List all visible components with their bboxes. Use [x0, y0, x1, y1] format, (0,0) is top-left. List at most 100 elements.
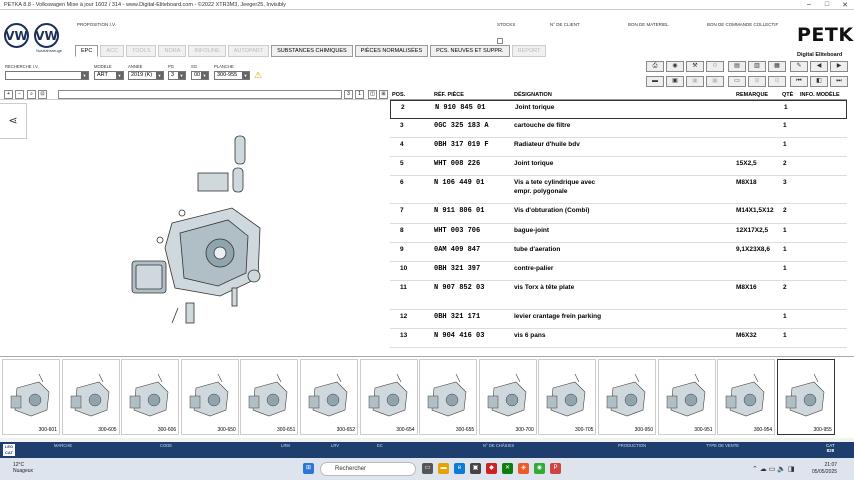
tab-infoline[interactable]: INFOLINE [188, 45, 226, 57]
thumbnail-label: 300-655 [455, 427, 475, 433]
tab-pieces-normalisees[interactable]: PIÈCES NORMALISÉES [354, 45, 429, 57]
plate-thumbnail[interactable]: 300-705 [538, 359, 597, 435]
last-page-icon[interactable]: ⏭ [830, 76, 848, 87]
box-icon[interactable]: ▣ [666, 76, 684, 87]
fullscreen-icon[interactable]: ⊞ [379, 90, 388, 99]
tab-report[interactable]: REPORT [511, 45, 547, 57]
table-row[interactable]: 13 N 904 416 03 vis 6 pans M6X32 1 [390, 329, 847, 348]
zoom-slider[interactable] [58, 90, 342, 99]
sg-select[interactable]: 00 ▼ [191, 71, 209, 80]
split-view-icon[interactable]: ◫ [368, 90, 377, 99]
plate-thumbnail[interactable]: 300-951 [657, 359, 716, 435]
plate-thumbnail[interactable]: 300-654 [359, 359, 418, 435]
tool-icon[interactable]: ⚒ [686, 61, 704, 72]
zoom-reset-icon[interactable]: ⊡ [38, 90, 47, 99]
table-row[interactable]: 3 0GC 325 183 A cartouche de filtre 1 [390, 119, 847, 138]
windows-start-icon[interactable]: ⊞ [303, 463, 314, 474]
table-row[interactable]: 2 N 910 845 01 Joint torique 1 [390, 100, 847, 119]
table-row[interactable]: 4 0BH 317 019 F Radiateur d'huile bdv 1 [390, 138, 847, 157]
zoom-in-icon[interactable]: + [4, 90, 13, 99]
warning-icon[interactable]: ⚠ [254, 70, 262, 81]
col-designation: DÉSIGNATION [514, 92, 552, 98]
modele-label: MODELE [94, 64, 112, 69]
next-icon[interactable]: ▶ [830, 61, 848, 72]
system-tray[interactable]: ⌃ ☁ ▭ 🔈 ◨ [752, 465, 795, 473]
tab-pcs-neuves[interactable]: PCS. NEUVES ET SUPPR. [430, 45, 510, 57]
plate-thumbnail[interactable]: 300-605 [61, 359, 120, 435]
maximize-icon[interactable]: □ [818, 1, 836, 9]
exchange-icon[interactable]: ⚙ [706, 61, 724, 72]
thumbnail-label: 300-950 [634, 427, 653, 433]
row-ref: 0BH 321 397 [434, 265, 481, 273]
vehicle-icon[interactable]: ◉ [666, 61, 684, 72]
tab-epc[interactable]: EPC [75, 45, 99, 57]
tab-acc[interactable]: ACC [100, 45, 124, 57]
plate-thumbnail[interactable]: 300-700 [478, 359, 537, 435]
tab-substances-chimiques[interactable]: SUBSTANCES CHIMIQUES [271, 45, 353, 57]
pin-icon[interactable]: ✎ [790, 61, 808, 72]
page-back-icon[interactable]: ◧ [810, 76, 828, 87]
plate-thumbnail[interactable]: 300-650 [180, 359, 239, 435]
recherche-select[interactable]: ▼ [5, 71, 89, 80]
box-add-icon[interactable]: ▣ [686, 76, 704, 87]
share-icon[interactable]: ⋖ [0, 103, 27, 139]
doc-icon[interactable]: ▭ [728, 76, 746, 87]
close-icon[interactable]: ✕ [836, 1, 854, 9]
plate-thumbnail[interactable]: 300-651 [240, 359, 299, 435]
cart-remove-icon[interactable]: ⊟ [768, 76, 786, 87]
first-page-icon[interactable]: ⏮ [790, 76, 808, 87]
row-qty: 2 [783, 284, 787, 291]
chrome-icon[interactable]: ◉ [534, 463, 545, 474]
table-row[interactable]: 5 WHT 008 226 Joint torique 15X2,5 2 [390, 157, 847, 176]
plate-thumbnail[interactable]: 300-655 [419, 359, 478, 435]
store-icon[interactable]: ▣ [470, 463, 481, 474]
task-view-icon[interactable]: ▭ [422, 463, 433, 474]
brave-icon[interactable]: ◈ [518, 463, 529, 474]
plate-thumbnail[interactable]: 300-606 [121, 359, 180, 435]
weather-widget[interactable]: 12°C Nuageux [13, 462, 33, 474]
plate-thumbnail[interactable]: 300-954 [717, 359, 776, 435]
plate-thumbnail[interactable]: 300-652 [300, 359, 358, 435]
client-label: N° DE CLIENT [550, 22, 580, 27]
tab-autopart[interactable]: AUTOPART [227, 45, 270, 57]
cart-list-icon[interactable]: ▦ [768, 61, 786, 72]
prev-icon[interactable]: ◀ [810, 61, 828, 72]
tab-nora[interactable]: NORA [158, 45, 187, 57]
table-row[interactable]: 11 N 907 852 03 vis Torx à tête plate M8X16… [390, 281, 847, 310]
zoom-out-icon[interactable]: − [15, 90, 24, 99]
petka-task-icon[interactable]: P [550, 463, 561, 474]
app-icon[interactable]: ◆ [486, 463, 497, 474]
print-icon[interactable]: ⎙ [646, 61, 664, 72]
table-row[interactable]: 9 0AM 409 847 tube d'aeration 9,1X23X8,6 1 [390, 243, 847, 262]
modele-select[interactable]: ART ▼ [94, 71, 124, 80]
list-icon[interactable]: ▤ [728, 61, 746, 72]
minimize-icon[interactable]: – [800, 1, 818, 9]
title-bar: PETKA 8.8 - Volkswagen Mise à jour 1602 … [0, 0, 854, 10]
plate-thumbnail[interactable]: 300-601 [2, 359, 60, 435]
plate-thumbnail[interactable]: 300-955 [776, 359, 835, 435]
table-row[interactable]: 12 0BH 321 171 levier crantage frein parki… [390, 310, 847, 329]
chevron-down-icon: ▼ [116, 72, 123, 79]
list-add-icon[interactable]: ▥ [748, 61, 766, 72]
table-row[interactable]: 10 0BH 321 397 contre-palier 1 [390, 262, 847, 281]
planche-select[interactable]: 300-955 ▼ [214, 71, 250, 80]
table-view-icon[interactable]: ▬ [646, 76, 664, 87]
xbox-icon[interactable]: ✕ [502, 463, 513, 474]
clock[interactable]: 21:07 05/05/2025 [812, 462, 837, 476]
tab-tools[interactable]: TOOLS [125, 45, 157, 57]
file-explorer-icon[interactable]: ▬ [438, 463, 449, 474]
table-row[interactable]: 6 N 106 449 01 Vis a tete cylindrique avec… [390, 176, 847, 204]
stocks-checkbox[interactable] [497, 38, 503, 44]
plate-thumbnail[interactable]: 300-950 [598, 359, 656, 435]
annee-select[interactable]: 2019 (K) ▼ [128, 71, 164, 80]
edge-icon[interactable]: e [454, 463, 465, 474]
table-row[interactable]: 7 N 911 806 01 Vis d'obturation (Combi) M14… [390, 204, 847, 224]
cart-icon[interactable]: ⊞ [748, 76, 766, 87]
box-remove-icon[interactable]: ▣ [706, 76, 724, 87]
table-row[interactable]: 8 WHT 003 706 bague-joint 12X17X2,5 1 [390, 224, 847, 243]
row-designation: cartouche de filtre [514, 122, 571, 129]
pg-select[interactable]: 3 ▼ [168, 71, 186, 80]
taskbar-search[interactable]: Rechercher [320, 462, 416, 476]
exploded-parts-drawing[interactable] [120, 128, 280, 338]
zoom-fit-icon[interactable]: ⌕ [27, 90, 36, 99]
